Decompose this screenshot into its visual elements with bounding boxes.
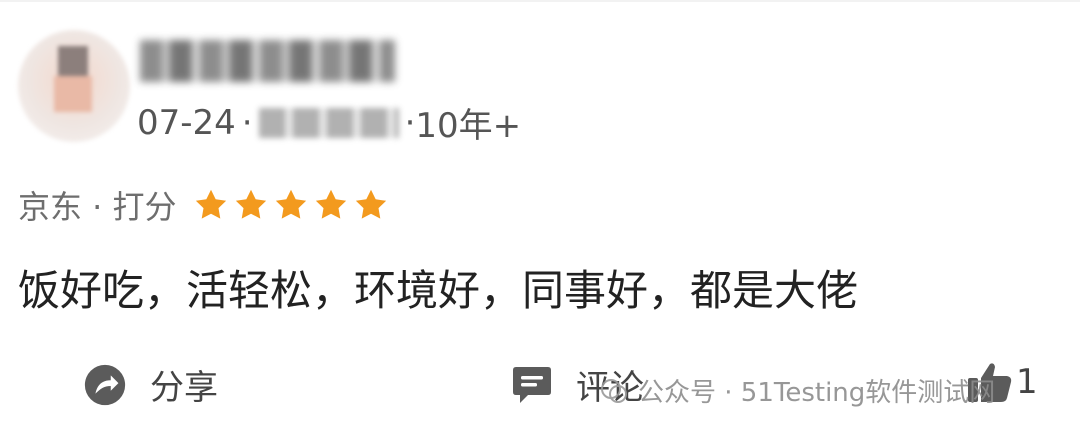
avatar-blur-face xyxy=(54,76,92,112)
share-label: 分享 xyxy=(150,368,218,408)
rating-row: 京东 · 打分 xyxy=(18,182,389,228)
share-button[interactable]: 分享 xyxy=(82,360,218,409)
star-icon xyxy=(235,189,266,219)
like-count: 1 xyxy=(1016,362,1038,402)
star-icon xyxy=(275,189,306,219)
company-blurred xyxy=(258,107,399,138)
top-divider xyxy=(0,0,1080,2)
avatar-blur-hair xyxy=(58,46,88,76)
star-icon xyxy=(195,189,226,219)
tenure: 10年+ xyxy=(415,106,522,146)
meta-separator: · xyxy=(241,102,253,143)
avatar[interactable] xyxy=(18,30,130,142)
username-blurred[interactable] xyxy=(140,40,395,82)
watermark: 公众号 · 51Testing软件测试网 xyxy=(600,372,995,409)
meta-separator: · xyxy=(404,102,416,143)
star-icon xyxy=(315,189,346,219)
rating-label: 京东 · 打分 xyxy=(18,188,177,226)
watermark-text: 公众号 · 51Testing软件测试网 xyxy=(638,378,996,408)
comment-icon xyxy=(513,366,551,403)
star-icon xyxy=(355,189,386,219)
review-meta: 07-24 · · 10年+ xyxy=(137,98,521,147)
star-rating xyxy=(193,187,389,223)
share-icon xyxy=(84,364,126,405)
wechat-icon xyxy=(601,378,627,403)
review-date: 07-24 xyxy=(137,102,236,143)
review-text: 饭好吃，活轻松，环境好，同事好，都是大佬 xyxy=(18,266,859,315)
